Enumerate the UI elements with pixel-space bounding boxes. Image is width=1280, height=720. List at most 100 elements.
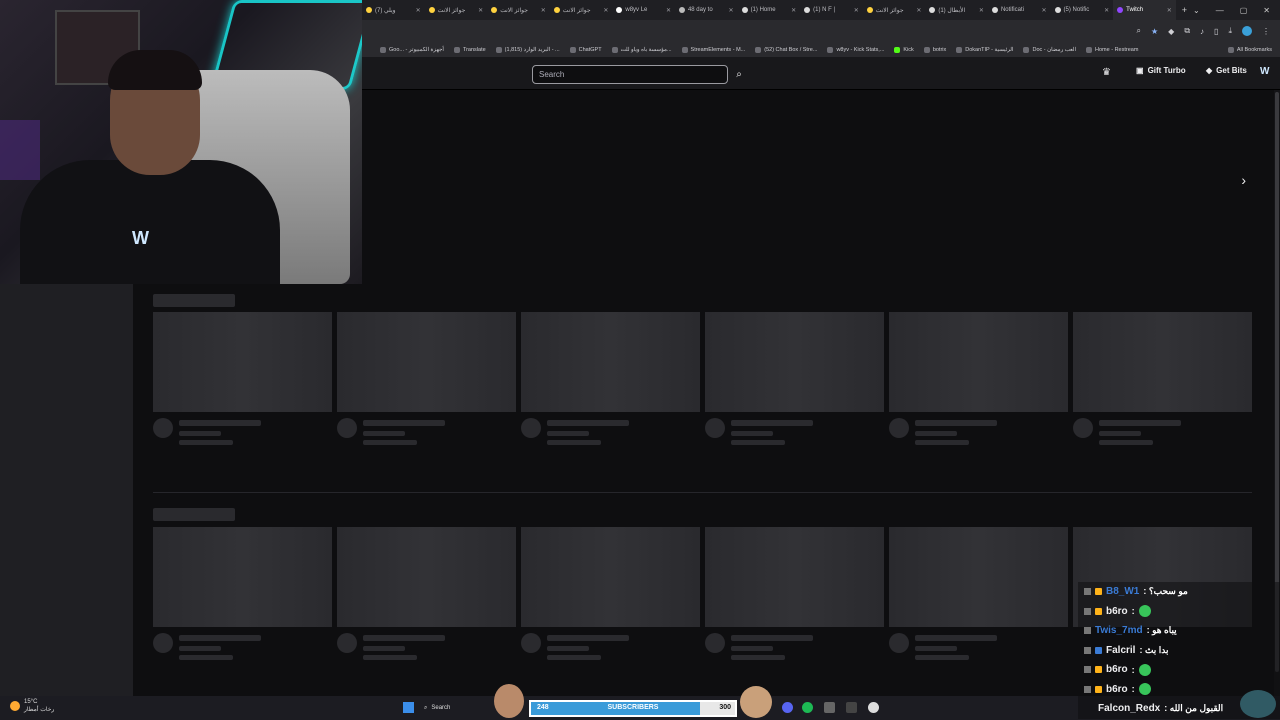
browser-tab[interactable]: (1) N F | ✕ [800,0,863,20]
zoom-icon[interactable]: ⌕ [1137,26,1141,36]
app-icon[interactable] [824,702,835,713]
avatar [153,418,173,438]
chat-username: Falcril [1106,644,1136,656]
stream-card-placeholder[interactable] [521,312,700,445]
bookmark-item[interactable]: botrix [923,46,946,53]
menu-icon[interactable]: ⋮ [1262,27,1270,36]
close-tab-icon[interactable]: ✕ [478,7,483,14]
browser-tab[interactable]: 48 day to ✕ [675,0,738,20]
browser-tab[interactable]: جوائز الانت ✕ [863,0,926,20]
profile-avatar[interactable] [1242,26,1252,36]
close-tab-icon[interactable]: ✕ [854,7,859,14]
stream-card-placeholder[interactable] [705,527,884,660]
browser-tab[interactable]: (5) Notific ✕ [1051,0,1114,20]
browser-tab[interactable]: جوائز الانت ✕ [550,0,613,20]
app-icon[interactable] [846,702,857,713]
gift-turbo-button[interactable]: ▣ Gift Turbo [1136,66,1186,75]
discord-icon[interactable] [782,702,793,713]
close-tab-icon[interactable]: ✕ [916,7,921,14]
chat-message-text: مو سحب؟ [1148,586,1188,597]
chat-username: b6ro [1106,683,1128,695]
close-tab-icon[interactable]: ✕ [1167,7,1172,14]
bookmark-item[interactable]: Kick [894,46,914,53]
search-icon: ⌕ [424,704,428,711]
close-tab-icon[interactable]: ✕ [729,7,734,14]
close-tab-icon[interactable]: ✕ [1104,7,1109,14]
close-tab-icon[interactable]: ✕ [1042,7,1047,14]
section-title-placeholder [153,294,235,307]
bookmark-item[interactable]: StreamElements - M... [681,46,745,53]
webcam-overlay: W [0,0,362,284]
search-button[interactable]: ⌕ [730,65,748,84]
tab-favicon-icon [804,7,811,13]
extensions-puzzle-icon[interactable]: ⧉ [1184,26,1190,36]
bookmark-item[interactable]: w8yv - Kick Stats,... [827,46,884,53]
title-placeholder [915,420,997,426]
weather-icon[interactable] [10,701,20,711]
avatar [889,633,909,653]
spotify-icon[interactable] [802,702,813,713]
channel-placeholder [547,646,589,651]
close-tab-icon[interactable]: ✕ [979,7,984,14]
browser-tab-active[interactable]: Twitch ✕ [1113,0,1176,20]
category-placeholder [1099,440,1153,445]
sidebar-icon[interactable]: ▯ [1214,27,1218,36]
search-input[interactable]: Search [532,65,728,84]
downloads-icon[interactable]: ⤓ [1228,26,1232,36]
media-icon[interactable]: ♪ [1200,27,1204,36]
browser-tab[interactable]: w8yv Le ✕ [612,0,675,20]
windows-start-icon[interactable] [403,702,414,713]
extension-icon[interactable]: ◆ [1168,27,1174,36]
tab-search-icon[interactable]: ⌄ [1193,6,1200,15]
thumbnail-placeholder [889,312,1068,412]
get-bits-button[interactable]: ◆ Get Bits [1206,66,1247,75]
bookmark-item[interactable]: Home - Restream [1086,46,1138,53]
maximize-icon[interactable]: ▢ [1240,6,1248,15]
bookmark-item[interactable]: Translate [453,46,486,53]
stream-card-placeholder[interactable] [889,312,1068,445]
bookmark-item[interactable]: Goo... - أجهزة الكمبيوتر [380,46,444,53]
title-placeholder [731,420,813,426]
stream-card-placeholder[interactable] [705,312,884,445]
bookmark-item[interactable]: مؤسسة باه وياو للت... [611,46,672,53]
title-placeholder [915,635,997,641]
stream-card-placeholder[interactable] [889,527,1068,660]
bookmark-item[interactable]: DokanTIP - الرئيسية [956,46,1013,53]
browser-tab[interactable]: (7) ويلي ✕ [362,0,425,20]
streamelements-icon [681,46,688,53]
browser-tab[interactable]: جوائز الانت ✕ [487,0,550,20]
stream-card-placeholder[interactable] [153,527,332,660]
browser-tab[interactable]: جوائز الانت ✕ [425,0,488,20]
bookmark-item[interactable]: Doc - العب رمضان [1023,46,1076,53]
all-bookmarks[interactable]: All Bookmarks [1227,46,1280,53]
close-window-icon[interactable]: ✕ [1263,6,1270,15]
shirt-logo: W [132,228,149,248]
close-tab-icon[interactable]: ✕ [541,7,546,14]
chevron-right-icon[interactable]: › [1241,172,1246,188]
taskbar-search[interactable]: ⌕ Search [424,701,490,715]
close-tab-icon[interactable]: ✕ [603,7,608,14]
close-tab-icon[interactable]: ✕ [791,7,796,14]
bookmark-item[interactable]: (1,815) البريد الوارد - ... [495,46,560,53]
stream-card-placeholder[interactable] [337,312,516,445]
crown-icon[interactable]: ♛ [1102,67,1111,78]
weather-widget[interactable]: 15°C رخات أمطار [24,698,54,714]
browser-tab[interactable]: Notificati ✕ [988,0,1051,20]
bookmark-item[interactable]: ChatGPT [569,46,602,53]
profile-menu-button[interactable]: W [1260,66,1269,77]
stream-card-placeholder[interactable] [521,527,700,660]
bookmark-star-icon[interactable]: ★ [1151,27,1158,36]
thumbnail-placeholder [337,527,516,627]
bookmark-item[interactable]: (52) Chat Box / Stre... [755,46,817,53]
browser-tab[interactable]: (1) Home ✕ [738,0,801,20]
stream-card-placeholder[interactable] [337,527,516,660]
close-tab-icon[interactable]: ✕ [416,7,421,14]
browser-tab[interactable]: (1) الأبطال ✕ [925,0,988,20]
stream-card-placeholder[interactable] [153,312,332,445]
new-tab-icon[interactable]: + [1176,5,1193,15]
address-bar: ⌕ ★ ◆ ⧉ ♪ ▯ ⤓ ⋮ [362,20,1280,42]
minimize-icon[interactable]: — [1216,6,1224,15]
stream-card-placeholder[interactable] [1073,312,1252,445]
close-tab-icon[interactable]: ✕ [666,7,671,14]
media-player-icon[interactable] [868,702,879,713]
